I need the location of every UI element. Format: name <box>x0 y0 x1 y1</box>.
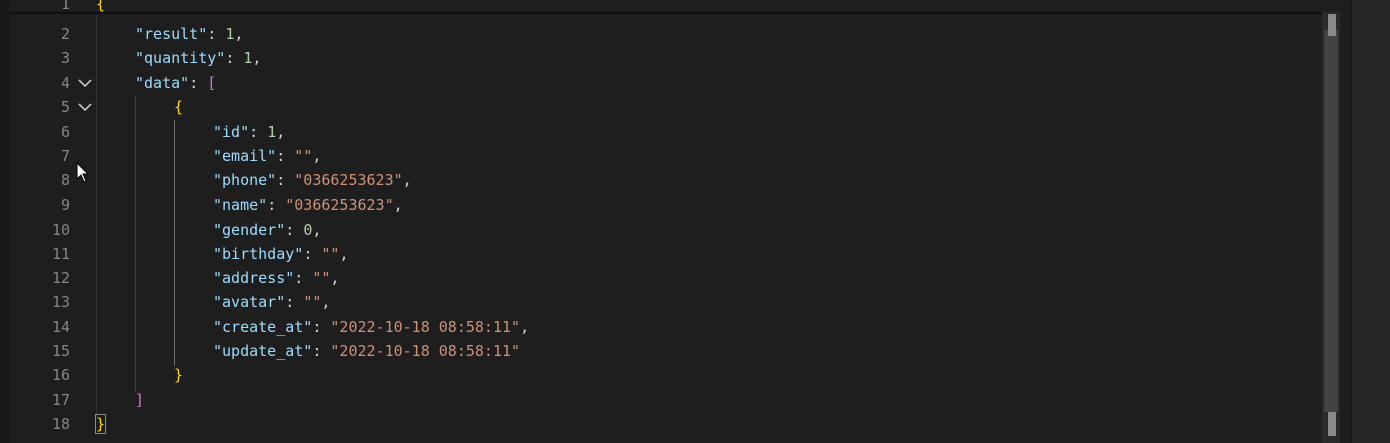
line-number: 10 <box>51 221 70 239</box>
code-text: "quantity": 1, <box>135 49 262 67</box>
chevron-down-icon[interactable] <box>76 75 94 91</box>
json-value: 1 <box>225 25 235 43</box>
code-line[interactable]: 6 "id": 1, <box>0 120 1320 144</box>
line-number: 9 <box>60 196 70 214</box>
scrollbar-marker-top <box>1328 14 1336 36</box>
json-key: "birthday" <box>213 245 304 263</box>
close-bracket: ] <box>135 391 145 409</box>
json-key: "address" <box>213 269 295 287</box>
code-text: "result": 1, <box>135 25 244 43</box>
code-text: } <box>174 363 183 387</box>
code-text: "name": "0366253623", <box>213 196 403 214</box>
json-key: "avatar" <box>213 293 286 311</box>
line-number: 8 <box>60 171 70 189</box>
code-text: "phone": "0366253623", <box>213 171 412 189</box>
line-number: 18 <box>51 415 70 433</box>
line-number: 3 <box>60 49 70 67</box>
json-value: "2022-10-18 08:58:11" <box>330 318 521 336</box>
code-line[interactable]: 12 "address": "", <box>0 266 1320 290</box>
line-number: 2 <box>60 25 70 43</box>
code-line[interactable]: 16 } <box>0 363 1320 387</box>
close-brace: } <box>174 366 184 384</box>
line-number: 6 <box>60 123 70 141</box>
code-text: "create_at": "2022-10-18 08:58:11", <box>213 318 530 336</box>
scroll-shadow <box>10 12 1322 15</box>
json-value: 1 <box>267 123 277 141</box>
code-text: "birthday": "", <box>213 245 349 263</box>
mouse-pointer-icon <box>76 161 90 184</box>
code-line[interactable]: 2 "result": 1, <box>0 22 1320 46</box>
scrollbar-thumb[interactable] <box>1324 30 1338 412</box>
json-key: "id" <box>213 123 250 141</box>
json-value: "0366253623" <box>285 196 394 214</box>
json-value: "" <box>321 245 340 263</box>
code-line[interactable]: 5 { <box>0 95 1320 119</box>
json-key: "quantity" <box>135 49 226 67</box>
json-key: "phone" <box>213 171 277 189</box>
json-value: "" <box>294 147 313 165</box>
json-key: "name" <box>213 196 268 214</box>
json-key: "data" <box>135 74 190 92</box>
json-value: "" <box>303 293 322 311</box>
code-text: "email": "", <box>213 147 322 165</box>
line-number: 14 <box>51 318 70 336</box>
code-text: ] <box>135 388 144 412</box>
code-line[interactable]: 10 "gender": 0, <box>0 218 1320 242</box>
code-line[interactable]: 11 "birthday": "", <box>0 242 1320 266</box>
json-value: "2022-10-18 08:58:11" <box>330 342 521 360</box>
json-key: "create_at" <box>213 318 313 336</box>
json-key: "result" <box>135 25 208 43</box>
code-text: "update_at": "2022-10-18 08:58:11" <box>213 342 521 360</box>
code-line[interactable]: 9 "name": "0366253623", <box>0 193 1320 217</box>
line-number: 7 <box>60 147 70 165</box>
line-number: 5 <box>60 98 70 116</box>
chevron-down-icon[interactable] <box>76 99 94 115</box>
line-number: 11 <box>51 245 70 263</box>
json-value: "0366253623" <box>294 171 403 189</box>
line-number: 13 <box>51 293 70 311</box>
line-number: 4 <box>60 74 70 92</box>
line-number: 16 <box>51 366 70 384</box>
code-text: "id": 1, <box>213 123 286 141</box>
code-line[interactable]: 13 "avatar": "", <box>0 290 1320 314</box>
code-line[interactable]: 4 "data": [ <box>0 71 1320 95</box>
line-number: 17 <box>51 391 70 409</box>
code-line[interactable]: 14 "create_at": "2022-10-18 08:58:11", <box>0 315 1320 339</box>
close-brace: } <box>94 414 107 434</box>
right-side-panel <box>1352 0 1390 443</box>
code-line[interactable]: 18 } <box>0 412 1320 436</box>
code-text: "data": [ <box>135 74 217 92</box>
code-line[interactable]: 8 "phone": "0366253623", <box>0 168 1320 192</box>
json-key: "update_at" <box>213 342 313 360</box>
json-value: 0 <box>303 221 313 239</box>
line-number: 15 <box>51 342 70 360</box>
code-text: { <box>174 95 183 119</box>
code-text: } <box>94 412 107 436</box>
code-line[interactable]: 15 "update_at": "2022-10-18 08:58:11" <box>0 339 1320 363</box>
code-line[interactable]: 3 "quantity": 1, <box>0 46 1320 70</box>
code-editor[interactable]: 1 { 2 "result": 1, 3 "quantity": 1, 4 "d… <box>0 0 1390 443</box>
code-line[interactable]: 7 "email": "", <box>0 144 1320 168</box>
open-bracket: [ <box>207 74 217 92</box>
code-text: "gender": 0, <box>213 221 322 239</box>
scrollbar-marker-bottom <box>1328 412 1336 436</box>
json-key: "email" <box>213 147 277 165</box>
code-line[interactable]: 17 ] <box>0 388 1320 412</box>
open-brace: { <box>174 98 184 116</box>
line-number: 12 <box>51 269 70 287</box>
json-value: "" <box>312 269 331 287</box>
code-text: "avatar": "", <box>213 293 331 311</box>
code-text: "address": "", <box>213 269 340 287</box>
json-key: "gender" <box>213 221 286 239</box>
